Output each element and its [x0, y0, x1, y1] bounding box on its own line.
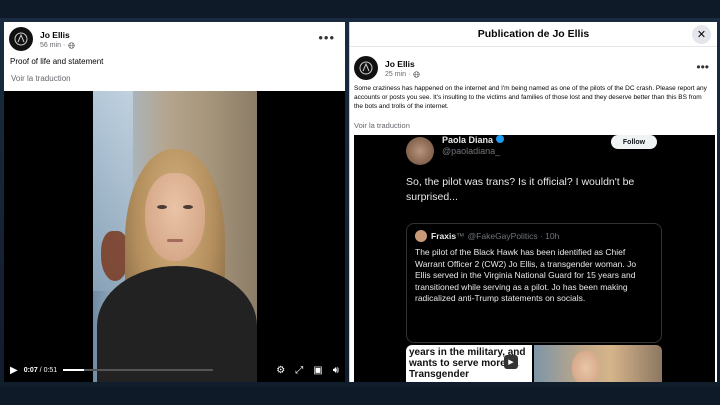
- author-name[interactable]: Jo Ellis: [40, 30, 75, 40]
- video-controls: ▶ 0:07 / 0:51 ⚙ ⤢ ▣ 🔊︎: [4, 358, 345, 382]
- current-time: 0:07: [23, 366, 38, 374]
- pip-icon[interactable]: ▣: [313, 365, 322, 376]
- left-facebook-post: Jo Ellis 56 min · ••• Proof of life and …: [4, 22, 345, 382]
- avatar[interactable]: [354, 56, 378, 80]
- avatar-logo-icon: [359, 61, 373, 75]
- tweet-author-name-text: Paola Diana: [442, 135, 494, 145]
- duration: 0:51: [43, 366, 58, 374]
- follow-button: Follow: [611, 135, 657, 149]
- tweet-media-article: years in the military, and wants to serv…: [406, 345, 532, 382]
- quoted-tweet-text: The pilot of the Black Hawk has been ide…: [415, 247, 637, 303]
- post-timestamp[interactable]: 25 min: [385, 71, 406, 78]
- video-player[interactable]: ▶ 0:07 / 0:51 ⚙ ⤢ ▣ 🔊︎: [4, 91, 345, 382]
- quoted-tweet-author: Fraxis: [431, 231, 457, 241]
- dialog-title: Publication de Jo Ellis: [350, 22, 717, 47]
- globe-icon: [413, 70, 421, 78]
- video-time: 0:07 / 0:51: [24, 367, 57, 374]
- avatar-logo-icon: [14, 32, 28, 46]
- fullscreen-icon[interactable]: ⤢: [295, 365, 303, 376]
- tweet-media-photo: [534, 345, 662, 382]
- quoted-tweet-handle: @FakeGayPolitics · 10h: [467, 231, 560, 241]
- publication-dialog: Publication de Jo Ellis ✕ Jo Ellis 25 mi…: [349, 22, 717, 382]
- bottom-background-strip: [0, 387, 720, 405]
- top-background-strip: [0, 0, 720, 18]
- post-header: Jo Ellis 25 min ·: [354, 56, 421, 80]
- quoted-tweet: Fraxis ™ @FakeGayPolitics · 10h The pilot…: [406, 223, 662, 343]
- volume-icon[interactable]: 🔊︎: [333, 365, 339, 376]
- more-options-icon[interactable]: •••: [318, 30, 335, 45]
- see-translation-link[interactable]: Voir la traduction: [354, 121, 410, 130]
- media-play-icon: ▶: [504, 355, 518, 369]
- more-options-icon[interactable]: •••: [696, 60, 709, 74]
- photo-person-face: [572, 351, 600, 382]
- globe-icon: [68, 41, 76, 49]
- post-timestamp[interactable]: 56 min: [40, 42, 61, 49]
- see-translation-link[interactable]: Voir la traduction: [11, 74, 71, 83]
- settings-icon[interactable]: ⚙: [276, 365, 285, 376]
- author-name[interactable]: Jo Ellis: [385, 59, 420, 69]
- quoted-tweet-name-suffix: ™: [456, 231, 465, 241]
- play-icon[interactable]: ▶: [10, 365, 18, 376]
- tweet-text: So, the pilot was trans? Is it official?…: [406, 176, 635, 203]
- post-text: Some craziness has happened on the inter…: [354, 85, 707, 110]
- avatar[interactable]: [9, 27, 33, 51]
- video-frame: [93, 91, 257, 382]
- video-progress-bar[interactable]: [63, 369, 214, 371]
- post-header: Jo Ellis 56 min ·: [9, 27, 76, 51]
- quoted-tweet-avatar: [415, 230, 427, 242]
- tweet-handle: @paoladiana_: [442, 146, 501, 156]
- embedded-tweet-screenshot: Paola Diana @paoladiana_ Follow So, the …: [354, 135, 715, 382]
- post-text: Proof of life and statement: [10, 57, 104, 66]
- tweet-author-name: Paola Diana: [442, 135, 505, 145]
- person-face: [145, 173, 205, 261]
- verified-icon: [496, 135, 505, 143]
- tweet-avatar: [406, 137, 434, 165]
- close-icon[interactable]: ✕: [692, 25, 711, 44]
- video-progress-fill: [63, 369, 85, 371]
